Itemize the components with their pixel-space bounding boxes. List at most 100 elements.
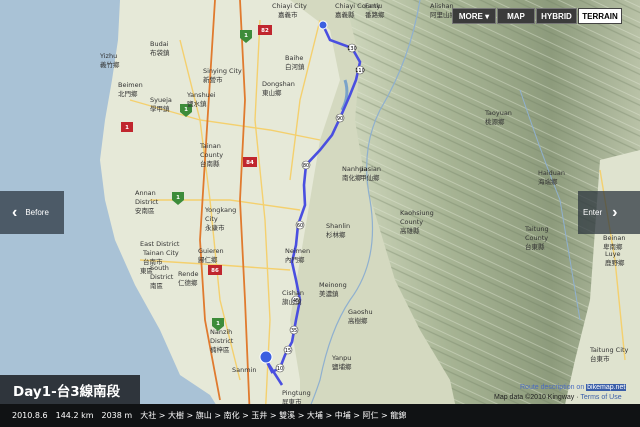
map-label: Syueja — [150, 96, 172, 104]
svg-text:82: 82 — [261, 28, 269, 34]
svg-text:10: 10 — [277, 366, 283, 372]
map-label: 杉林鄉 — [326, 230, 346, 239]
svg-text:90: 90 — [337, 116, 343, 122]
svg-text:1: 1 — [244, 33, 248, 39]
terms-link[interactable]: Terms of Use — [580, 394, 621, 401]
map-label: 學甲鎮 — [150, 104, 170, 113]
map-label: 安南區 — [135, 206, 155, 215]
map-label: 海端鄉 — [538, 177, 558, 186]
map-label: Haiduan — [538, 169, 565, 177]
map-label: Yongkang — [204, 206, 236, 214]
map-label: 嘉義市 — [278, 10, 298, 19]
map-data-attribution: Map data ©2010 Kingway · Terms of Use — [494, 394, 622, 401]
map-label: Neimen — [285, 247, 310, 255]
map-label: Sinying City — [203, 67, 242, 75]
chevron-right-icon: › — [612, 203, 618, 221]
map-label: Rende — [178, 270, 198, 278]
route-attribution: Route description on bikemap.net — [520, 384, 627, 391]
map-label: Taitung — [524, 225, 549, 233]
map-label: 義竹鄉 — [100, 60, 120, 69]
map-button[interactable]: MAP — [497, 8, 535, 24]
map-label: 內門鄉 — [285, 255, 305, 264]
svg-text:35: 35 — [291, 328, 297, 334]
map-label: 南化鄉 — [342, 173, 362, 182]
svg-text:1: 1 — [125, 125, 129, 131]
map-label: Nanzih — [210, 328, 232, 336]
more-button[interactable]: MORE ▾ — [452, 8, 496, 24]
map-label: County — [200, 151, 223, 159]
map-label: East District — [140, 240, 180, 248]
map-label: Annan — [135, 189, 156, 197]
map-label: 新營市 — [203, 75, 223, 84]
map-label: 歸仁鄉 — [198, 255, 218, 264]
map-label: 南區 — [150, 281, 164, 290]
map-label: Taoyuan — [484, 109, 512, 117]
before-label: Before — [25, 208, 49, 217]
map-label: 東山鄉 — [262, 88, 282, 97]
ride-date: 2010.8.6 — [12, 411, 48, 420]
map-label: 旗山鎮 — [282, 297, 302, 306]
map-label: 美濃鎮 — [319, 289, 339, 298]
map-label: Fanlu — [365, 2, 382, 10]
map-label: Cishan — [282, 289, 304, 297]
map-label: Yizhu — [99, 52, 117, 60]
terrain-map[interactable]: 130 110 90 80 60 45 35 15 10 1 84 82 86 … — [0, 0, 640, 427]
map-label: Sanmin — [232, 366, 257, 374]
map-label: 永康市 — [205, 223, 225, 232]
ride-elevation: 2038 m — [101, 411, 133, 420]
terrain-button[interactable]: TERRAIN — [578, 8, 622, 24]
map-label: 鹿野鄉 — [605, 258, 625, 267]
map-label: 台東市 — [590, 354, 610, 363]
map-label: Budai — [150, 40, 169, 48]
svg-text:86: 86 — [211, 268, 219, 274]
svg-text:60: 60 — [297, 223, 303, 229]
map-label: 北門鄉 — [118, 89, 138, 98]
svg-text:1: 1 — [176, 195, 180, 201]
enter-label: Enter — [583, 208, 603, 217]
svg-text:130: 130 — [347, 46, 357, 52]
map-label: City — [205, 215, 218, 223]
map-label: 高雄縣 — [400, 226, 420, 235]
map-label: Yanshuei — [186, 91, 216, 99]
map-label: Chiayi City — [272, 2, 307, 10]
ride-route: 大社 > 大樹 > 旗山 > 南化 > 玉井 > 雙溪 > 大埔 > 中埔 > … — [140, 411, 407, 420]
map-label: Tainan City — [142, 249, 179, 257]
map-label: 鹽水鎮 — [187, 99, 207, 108]
route-title-panel: Day1-台3線南段 — [0, 375, 140, 404]
map-label: 番路鄉 — [365, 10, 385, 19]
map-label: 甲仙鄉 — [360, 173, 380, 182]
map-label: South — [150, 264, 169, 272]
map-label: 台南縣 — [200, 159, 220, 168]
map-label: Shanlin — [326, 222, 350, 230]
svg-text:110: 110 — [355, 68, 365, 74]
map-label: Kaohsiung — [400, 209, 434, 217]
map-label: Tainan — [199, 142, 221, 150]
map-label: 嘉義縣 — [335, 10, 355, 19]
map-label: 鹽埔鄉 — [332, 362, 352, 371]
map-label: Alishan — [430, 2, 454, 10]
map-label: Baihe — [285, 54, 303, 62]
enter-button[interactable]: Enter › — [578, 191, 640, 234]
map-label: Jiasian — [359, 165, 381, 173]
map-label: 台東縣 — [525, 242, 545, 251]
start-marker[interactable] — [259, 350, 273, 364]
map-label: District — [210, 337, 234, 345]
map-label: District — [150, 273, 174, 281]
map-label: 桃源鄉 — [485, 117, 505, 126]
chevron-left-icon: ‹ — [12, 203, 18, 221]
end-marker[interactable] — [318, 20, 328, 30]
hybrid-button[interactable]: HYBRID — [536, 8, 577, 24]
bikemap-link[interactable]: bikemap.net — [586, 384, 627, 391]
map-label: 白河鎮 — [285, 62, 305, 71]
route-title: Day1-台3線南段 — [13, 383, 121, 400]
map-label: County — [400, 218, 423, 226]
map-label: County — [525, 234, 548, 242]
before-button[interactable]: ‹ Before — [0, 191, 64, 234]
map-label: Dongshan — [262, 80, 295, 88]
map-label: Taitung City — [589, 346, 629, 354]
svg-text:80: 80 — [303, 163, 309, 169]
svg-text:84: 84 — [246, 160, 254, 166]
map-label: 楠梓區 — [210, 345, 230, 354]
route-info-bar: 2010.8.6 144.2 km 2038 m 大社 > 大樹 > 旗山 > … — [0, 404, 640, 427]
ride-distance: 144.2 km — [55, 411, 94, 420]
